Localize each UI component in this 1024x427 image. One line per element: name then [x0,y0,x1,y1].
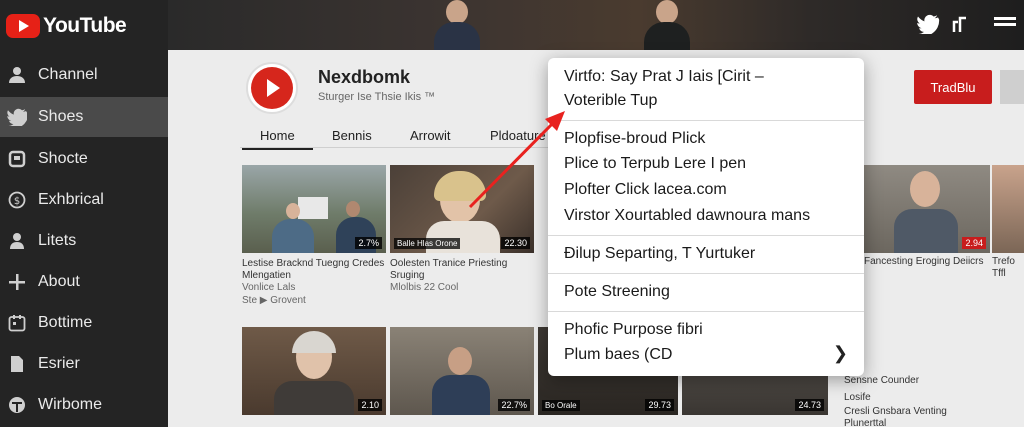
sidebar-item-label: Bottime [38,314,93,331]
video-duration: 22.30 [501,237,530,249]
sidebar-item-shoes[interactable]: Shoes [0,97,176,137]
globe-icon [6,394,28,416]
chevron-right-icon: ❯ [832,343,848,363]
link-icon[interactable] [950,14,970,34]
sidebar-item-exhbrical[interactable]: $ Exhbrical [0,180,168,220]
file-icon [6,353,28,375]
banner-person [426,0,486,50]
sidebar-item-label: About [38,273,80,290]
box-icon [6,148,28,170]
menu-item[interactable]: Plice to Terpub Lere I pen [564,155,746,173]
sidebar-item-label: Exhbrical [38,191,104,208]
side-list-item[interactable]: Losife [844,392,871,403]
person-icon [6,230,28,252]
banner-person [636,0,696,50]
video-caption: Bo Orale [542,400,580,411]
app-window: YouTube Channel Shoes Shocte $ Exhbrical [0,0,1024,427]
plus-icon [6,271,28,293]
sidebar-item-label: Shoes [38,108,84,125]
video-duration: 22.7% [498,399,530,411]
subscribe-count [1000,70,1024,104]
sidebar-item-shocte[interactable]: Shocte [0,139,168,179]
video-duration: 2.7% [355,237,382,249]
video-duration: 29.73 [645,399,674,411]
sidebar-item-litets[interactable]: Litets [0,221,168,261]
tab-home[interactable]: Home [242,128,313,150]
sidebar-item-label: Litets [38,232,77,249]
menu-separator [548,311,864,312]
menu-icon[interactable] [994,22,1016,26]
channel-name: Nexdbomk [318,67,411,87]
calendar-icon [6,312,28,334]
side-list-item[interactable]: Sensne Counder [844,375,919,386]
menu-item[interactable]: Plopfise-broud Plick [564,130,705,148]
menu-item[interactable]: Phofic Purpose fibri [564,321,703,339]
svg-text:$: $ [14,196,20,207]
context-menu: Virtfo: Say Prat J Iais [Cirit – Voterib… [548,58,864,376]
logo-text: YouTube [43,14,127,37]
sidebar-item-about[interactable]: About [0,262,168,302]
menu-item[interactable]: Virtfo: Say Prat J Iais [Cirit – [564,68,764,86]
sidebar-item-channel[interactable]: Channel [0,55,168,95]
video-title[interactable]: Oolesten Tranice Priesting Sruging [390,258,538,282]
video-meta: Vonlice Lals [242,282,296,293]
side-list-item[interactable]: Plunerttal [844,418,886,427]
subscribe-button[interactable]: TradBlu [914,70,992,104]
video-thumbnail[interactable]: 22.7% [390,327,534,415]
sidebar-item-bottime[interactable]: Bottime [0,303,168,343]
channel-banner [168,0,1024,50]
video-meta: Mlolbis 22 Cool [390,282,459,293]
menu-item-submenu[interactable]: Plum baes (CD [564,346,672,364]
twitter-icon[interactable] [916,14,940,34]
video-title[interactable]: Fancesting Eroging Deiicrs [864,256,994,268]
tab-arrowit[interactable]: Arrowit [410,128,450,143]
video-thumbnail[interactable] [992,165,1024,253]
menu-item[interactable]: Voterible Tup [564,92,657,110]
house-shape [298,197,328,219]
tab-bennis[interactable]: Bennis [332,128,372,143]
menu-item[interactable]: Plofter Click lacea.com [564,181,727,199]
video-duration: 2.94 [962,237,986,249]
menu-separator [548,120,864,121]
video-title[interactable]: Trefo Tffl [992,256,1024,280]
sidebar-item-label: Esrier [38,355,80,372]
video-title[interactable]: Lestise Bracknd Tuegng Credes Mlengatien [242,258,390,282]
channel-subtitle: Sturger Ise Thsie Ikis ™ [318,91,436,103]
sidebar-item-label: Wirbome [38,396,103,413]
sidebar-item-esrier[interactable]: Esrier [0,344,168,384]
video-thumbnail[interactable]: Balle Hlas Orone 22.30 [390,165,534,253]
menu-separator [548,235,864,236]
play-logo-icon [251,67,293,109]
header-icons [916,14,1016,34]
menu-separator [548,273,864,274]
video-duration: 24.73 [795,399,824,411]
menu-item[interactable]: Pote Streening [564,283,670,301]
tab-pldoature[interactable]: Pldoature [490,128,546,143]
youtube-logo[interactable]: YouTube [6,12,127,40]
play-logo-icon [6,14,40,38]
video-caption: Balle Hlas Orone [394,238,461,249]
video-thumbnail[interactable]: 2.10 [242,327,386,415]
menu-item[interactable]: Virstor Xourtabled dawnoura mans [564,207,810,225]
bird-icon [6,106,28,128]
channel-tabs: Home Bennis Arrowit Pldoature [240,122,560,150]
video-thumbnail[interactable]: 2.94 [864,165,990,253]
video-thumbnail[interactable]: 2.7% [242,165,386,253]
video-meta: Ste ▶ Grovent [242,295,306,306]
dollar-icon: $ [6,189,28,211]
sidebar: YouTube Channel Shoes Shocte $ Exhbrical [0,0,176,427]
side-list-item[interactable]: Cresli Gnsbara Venting [844,406,947,417]
sidebar-item-label: Channel [38,66,98,83]
sidebar-item-label: Shocte [38,150,88,167]
person-icon [6,64,28,86]
sidebar-item-wirbome[interactable]: Wirbome [0,385,168,425]
channel-avatar[interactable] [246,62,298,114]
video-duration: 2.10 [358,399,382,411]
menu-item[interactable]: Ðilup Separting, T Yurtuker [564,245,755,263]
